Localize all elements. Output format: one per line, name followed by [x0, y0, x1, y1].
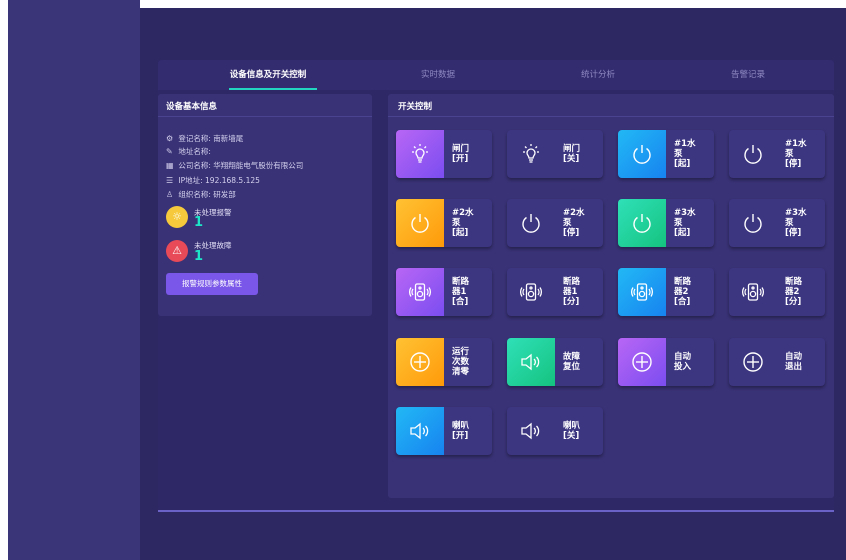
edit-icon: ✎ — [166, 147, 173, 156]
control-button-label: #3水 泵 [起] — [674, 208, 696, 238]
user-icon: ♙ — [166, 190, 174, 199]
control-button-label: 故障 复位 — [563, 352, 581, 372]
alarm-bell-icon: ☼ — [166, 206, 188, 228]
alarm-count: 1 — [194, 215, 204, 230]
control-button-label: 断路 器2 [分] — [785, 277, 803, 307]
switch-control-title: 开关控制 — [398, 102, 433, 112]
control-button[interactable]: 断路 器1 [合] — [396, 268, 492, 316]
device-info-title: 设备基本信息 — [166, 102, 218, 112]
tab-device-info[interactable]: 设备信息及开关控制 — [213, 60, 323, 90]
power-icon — [618, 199, 666, 247]
control-button-label: 断路 器2 [合] — [674, 277, 692, 307]
horn-icon — [396, 407, 444, 455]
building-icon: ▦ — [166, 161, 174, 170]
fault-warning-icon: ⚠ — [166, 240, 188, 262]
control-button[interactable]: #2水 泵 [停] — [507, 199, 603, 247]
bulb-icon — [396, 130, 444, 178]
control-button[interactable]: 自动 投入 — [618, 338, 714, 386]
control-button-label: 喇叭 [关] — [563, 421, 581, 441]
list-icon: ☰ — [166, 176, 174, 185]
tab-bar: 设备信息及开关控制 实时数据 统计分析 告警记录 — [158, 60, 834, 90]
horn-icon — [507, 407, 555, 455]
control-button-label: 断路 器1 [分] — [563, 277, 581, 307]
gear-icon: ⚙ — [166, 134, 174, 143]
control-button[interactable]: 断路 器2 [分] — [729, 268, 825, 316]
tab-realtime-data[interactable]: 实时数据 — [393, 60, 483, 90]
control-button[interactable]: 断路 器2 [合] — [618, 268, 714, 316]
plus-circle-icon — [729, 338, 777, 386]
power-icon — [396, 199, 444, 247]
control-button[interactable]: #3水 泵 [停] — [729, 199, 825, 247]
speaker-icon — [618, 268, 666, 316]
info-ip: ☰ IP地址: 192.168.5.125 — [166, 176, 260, 185]
control-button[interactable]: #1水 泵 [停] — [729, 130, 825, 178]
control-button-label: 闸门 [关] — [563, 144, 581, 164]
control-button-label: 断路 器1 [合] — [452, 277, 470, 307]
control-button-label: #1水 泵 [停] — [785, 139, 807, 169]
control-button[interactable]: 喇叭 [关] — [507, 407, 603, 455]
fault-count: 1 — [194, 249, 204, 264]
info-register-name: ⚙ 登记名称: 南新墙尾 — [166, 134, 244, 143]
control-button-label: #2水 泵 [停] — [563, 208, 585, 238]
control-button-label: 自动 退出 — [785, 352, 803, 372]
info-organization: ♙ 组织名称: 研发部 — [166, 190, 236, 199]
control-button-label: 闸门 [开] — [452, 144, 470, 164]
active-tab-indicator — [229, 88, 317, 90]
control-button[interactable]: 闸门 [开] — [396, 130, 492, 178]
power-icon — [729, 130, 777, 178]
control-button-label: 运行 次数 清零 — [452, 347, 470, 377]
plus-circle-icon — [396, 338, 444, 386]
speaker-icon — [507, 268, 555, 316]
control-button[interactable]: 闸门 [关] — [507, 130, 603, 178]
control-button-label: #1水 泵 [起] — [674, 139, 696, 169]
tab-alarm-records[interactable]: 告警记录 — [703, 60, 793, 90]
control-button[interactable]: 断路 器1 [分] — [507, 268, 603, 316]
info-company: ▦ 公司名称: 华翔翔能电气股份有限公司 — [166, 161, 304, 170]
divider — [388, 116, 834, 117]
control-button-label: 自动 投入 — [674, 352, 692, 372]
speaker-icon — [729, 268, 777, 316]
alarm-rules-button[interactable]: 报警规则参数属性 — [166, 273, 258, 295]
control-button[interactable]: #3水 泵 [起] — [618, 199, 714, 247]
horn-icon — [507, 338, 555, 386]
control-button-label: #2水 泵 [起] — [452, 208, 474, 238]
control-button[interactable]: 喇叭 [开] — [396, 407, 492, 455]
plus-circle-icon — [618, 338, 666, 386]
power-icon — [507, 199, 555, 247]
control-button[interactable]: #1水 泵 [起] — [618, 130, 714, 178]
control-button[interactable]: 运行 次数 清零 — [396, 338, 492, 386]
control-button[interactable]: 故障 复位 — [507, 338, 603, 386]
info-address: ✎ 地址名称: — [166, 147, 211, 156]
speaker-icon — [396, 268, 444, 316]
bulb-icon — [507, 130, 555, 178]
divider — [158, 116, 372, 117]
tab-statistics[interactable]: 统计分析 — [553, 60, 643, 90]
control-button[interactable]: #2水 泵 [起] — [396, 199, 492, 247]
power-icon — [618, 130, 666, 178]
control-button-label: #3水 泵 [停] — [785, 208, 807, 238]
left-sidebar — [8, 0, 140, 560]
control-button[interactable]: 自动 退出 — [729, 338, 825, 386]
control-button-label: 喇叭 [开] — [452, 421, 470, 441]
power-icon — [729, 199, 777, 247]
